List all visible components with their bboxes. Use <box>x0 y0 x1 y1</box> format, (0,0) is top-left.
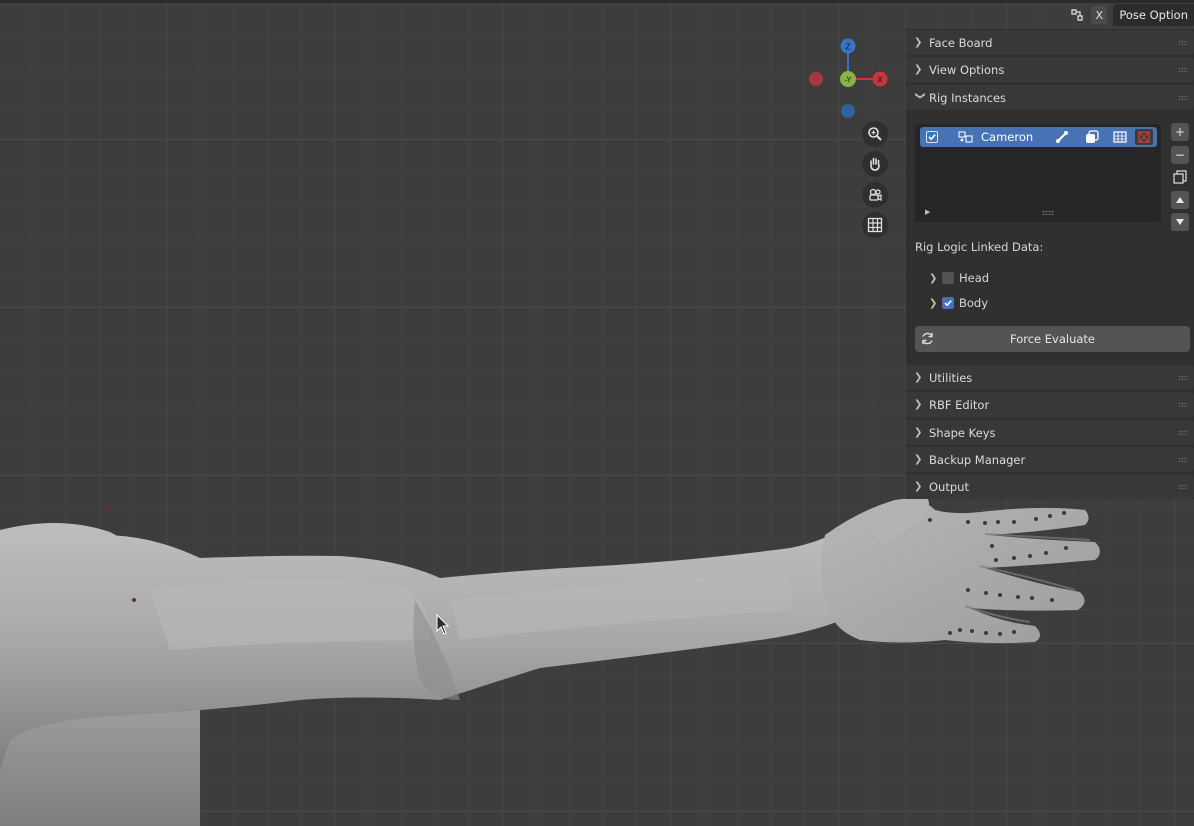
head-checkbox[interactable] <box>942 272 954 284</box>
chevron-right-icon[interactable]: ❯ <box>929 273 941 284</box>
refresh-icon <box>920 331 935 346</box>
head-label: Head <box>959 271 990 285</box>
navigation-gizmo[interactable]: Z X -Y <box>805 36 891 122</box>
gizmo-axis-neg-x[interactable] <box>809 72 823 86</box>
force-evaluate-label: Force Evaluate <box>1009 332 1095 346</box>
body-checkbox[interactable] <box>942 297 954 309</box>
chevron-right-icon: ❯ <box>914 64 923 75</box>
chevron-right-icon: ❯ <box>914 37 923 48</box>
duplicate-rig-icon[interactable] <box>1171 168 1189 186</box>
section-face-board[interactable]: ❯ Face Board <box>906 30 1194 55</box>
move-up-button[interactable] <box>1171 191 1189 209</box>
body-label: Body <box>959 296 989 310</box>
list-expand-icon[interactable]: ▶ <box>925 208 930 216</box>
svg-text:Z: Z <box>845 43 851 52</box>
add-rig-button[interactable]: + <box>1171 123 1189 141</box>
camera-view-icon[interactable] <box>862 182 888 208</box>
material-icon[interactable] <box>1135 129 1153 145</box>
svg-text:X: X <box>877 76 883 85</box>
chevron-right-icon: ❯ <box>914 481 923 492</box>
mesh-copy-icon[interactable] <box>1085 130 1099 144</box>
list-resize-handle-icon[interactable] <box>1042 210 1054 215</box>
gizmo-axis-neg-z[interactable] <box>841 104 855 118</box>
section-label: Shape Keys <box>929 425 996 440</box>
section-utilities[interactable]: ❯ Utilities <box>906 365 1194 390</box>
pan-hand-icon[interactable] <box>862 151 888 177</box>
section-backup-manager[interactable]: ❯ Backup Manager <box>906 447 1194 472</box>
drag-handle-icon[interactable] <box>1178 484 1188 489</box>
svg-text:-Y: -Y <box>845 76 852 85</box>
top-border <box>0 0 1194 3</box>
section-label: Face Board <box>929 35 993 50</box>
rig-addon-icon[interactable] <box>1069 7 1085 23</box>
section-label: Backup Manager <box>929 452 1026 467</box>
sidebar-panel: ❯ Face Board ❯ View Options ❯ Rig Instan… <box>906 29 1194 499</box>
drag-handle-icon[interactable] <box>1178 40 1188 45</box>
grid-toggle-icon[interactable] <box>862 212 888 238</box>
linked-item-head[interactable]: ❯ Head <box>929 271 989 285</box>
chevron-right-icon: ❯ <box>914 372 923 383</box>
section-rig-instances[interactable]: ❯ Rig Instances <box>906 85 1194 110</box>
rig-enabled-checkbox[interactable] <box>926 131 938 143</box>
chevron-right-icon[interactable]: ❯ <box>929 298 941 309</box>
section-label: Utilities <box>929 370 973 385</box>
section-label: Rig Instances <box>929 90 1007 105</box>
sidebar-header: X Pose Option <box>1069 3 1194 27</box>
linked-data-label: Rig Logic Linked Data: <box>915 240 1044 254</box>
section-output[interactable]: ❯ Output <box>906 474 1194 499</box>
linked-item-body[interactable]: ❯ Body <box>929 296 988 310</box>
section-view-options[interactable]: ❯ View Options <box>906 57 1194 82</box>
drag-handle-icon[interactable] <box>1178 402 1188 407</box>
drag-handle-icon[interactable] <box>1178 430 1188 435</box>
chevron-right-icon: ❯ <box>914 427 923 438</box>
drag-handle-icon[interactable] <box>1178 457 1188 462</box>
section-shape-keys[interactable]: ❯ Shape Keys <box>906 420 1194 445</box>
remove-rig-button[interactable]: − <box>1171 146 1189 164</box>
drag-handle-icon[interactable] <box>1178 67 1188 72</box>
section-label: Output <box>929 479 969 494</box>
drag-handle-icon[interactable] <box>1178 95 1188 100</box>
close-button[interactable]: X <box>1091 6 1108 24</box>
bone-icon[interactable] <box>1055 130 1069 144</box>
chevron-right-icon: ❯ <box>914 399 923 410</box>
tab-pose-options[interactable]: Pose Option <box>1113 4 1194 26</box>
rig-instance-name: Cameron <box>981 130 1034 144</box>
chevron-down-icon: ❯ <box>914 91 926 100</box>
move-down-button[interactable] <box>1171 213 1189 231</box>
armature-data-icon <box>958 130 974 144</box>
section-label: View Options <box>929 62 1005 77</box>
force-evaluate-button[interactable]: Force Evaluate <box>915 326 1190 352</box>
section-label: RBF Editor <box>929 397 990 412</box>
section-rbf-editor[interactable]: ❯ RBF Editor <box>906 392 1194 417</box>
list-item-cameron[interactable]: Cameron <box>920 127 1157 147</box>
drag-handle-icon[interactable] <box>1178 375 1188 380</box>
texture-icon[interactable] <box>1113 130 1127 144</box>
mouse-cursor-icon <box>436 614 450 635</box>
zoom-icon[interactable] <box>862 121 888 147</box>
chevron-right-icon: ❯ <box>914 454 923 465</box>
